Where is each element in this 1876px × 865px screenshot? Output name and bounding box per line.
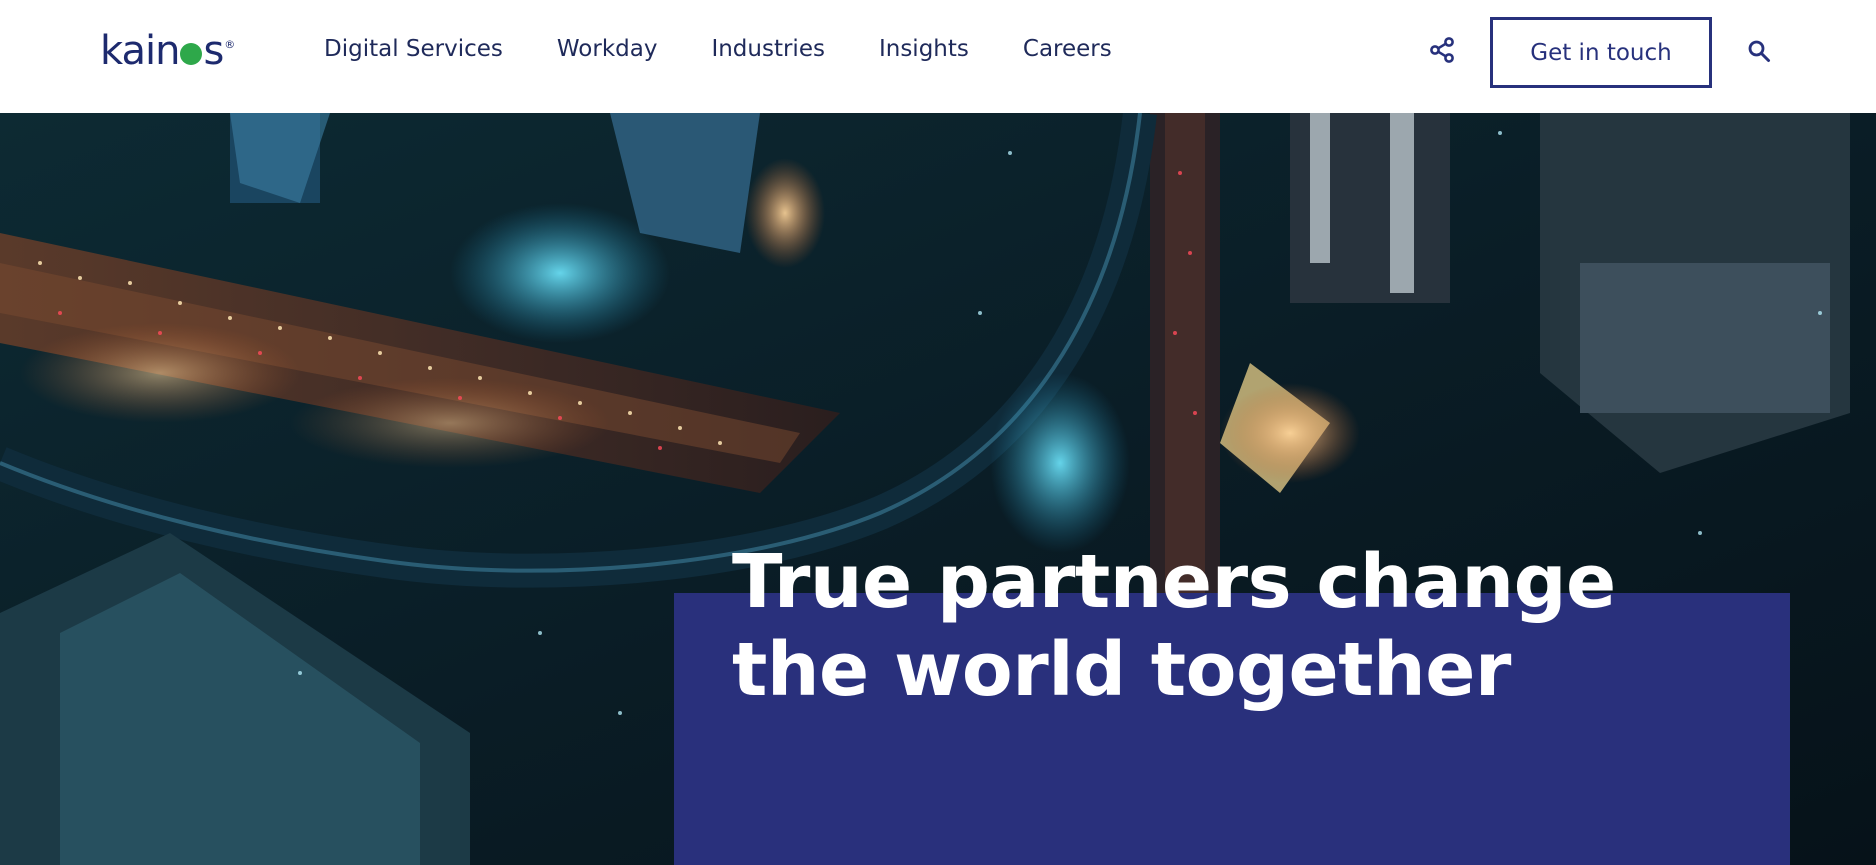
- nav-item-workday[interactable]: Workday: [557, 36, 658, 62]
- site-header: kai n s ® Digital Services Workday Industri…: [0, 0, 1876, 113]
- share-icon: [1430, 37, 1454, 63]
- nav-item-insights[interactable]: Insights: [879, 36, 969, 62]
- hero-headline: True partners change the world together: [732, 539, 1616, 713]
- logo-text-left: kai: [100, 28, 156, 74]
- kainos-logo[interactable]: kai n s ®: [100, 28, 235, 74]
- nav-item-careers[interactable]: Careers: [1023, 36, 1112, 62]
- search-button[interactable]: [1744, 36, 1774, 66]
- search-icon: [1748, 40, 1770, 62]
- logo-text-right: s: [203, 28, 224, 74]
- nav-item-industries[interactable]: Industries: [711, 36, 825, 62]
- main-nav: Digital Services Workday Industries Insi…: [324, 36, 1166, 62]
- hero-section: [0, 113, 1876, 865]
- logo-registered-mark: ®: [224, 38, 235, 51]
- get-in-touch-button[interactable]: Get in touch: [1490, 17, 1712, 88]
- nav-item-digital-services[interactable]: Digital Services: [324, 36, 503, 62]
- logo-dot: [180, 43, 203, 65]
- share-button[interactable]: [1424, 32, 1460, 68]
